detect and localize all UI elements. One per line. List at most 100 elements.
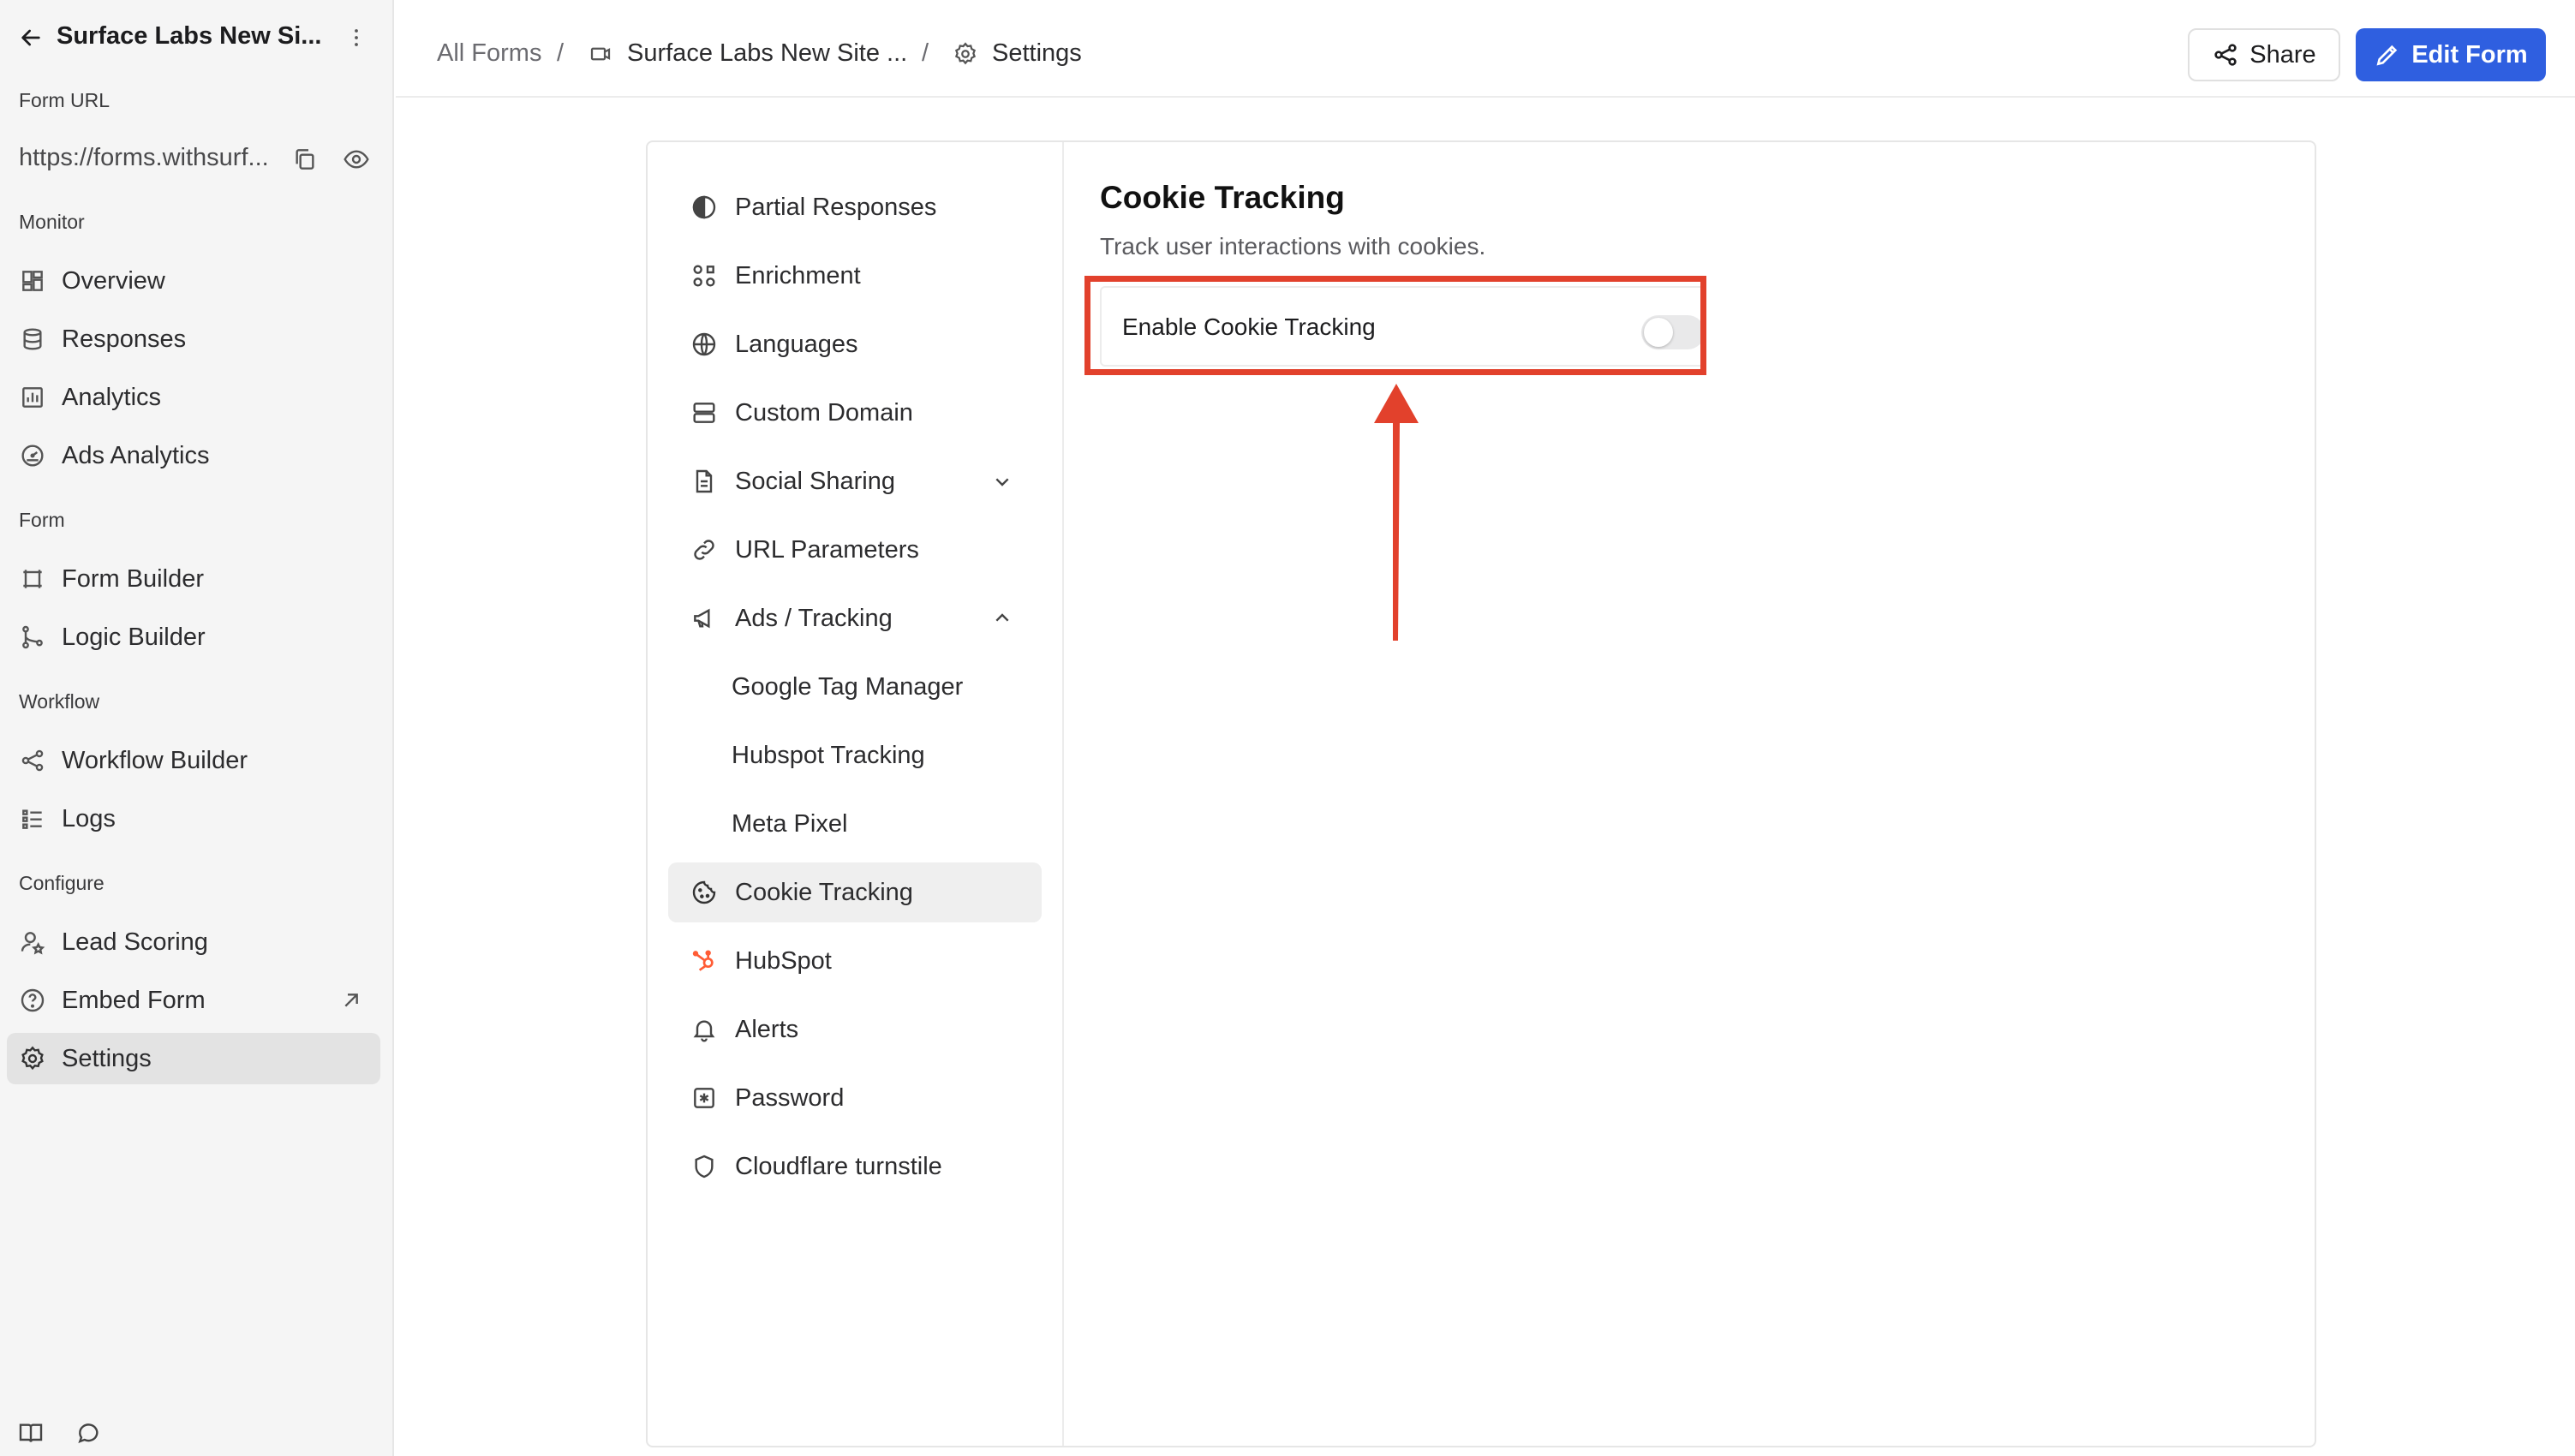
sidebar-item-analytics[interactable]: Analytics: [7, 372, 380, 423]
link-icon: [690, 536, 718, 564]
page-description: Track user interactions with cookies.: [1100, 233, 1486, 260]
settings-item-hubspot[interactable]: HubSpot: [668, 931, 1042, 991]
breadcrumb-current: Settings: [992, 39, 1082, 67]
sidebar-item-label: Logs: [62, 804, 116, 832]
form-url-text[interactable]: https://forms.withsurf...: [19, 144, 269, 172]
sidebar-item-lead-scoring[interactable]: Lead Scoring: [7, 916, 380, 968]
settings-item-label: HubSpot: [735, 946, 832, 975]
settings-item-partial-responses[interactable]: Partial Responses: [668, 177, 1042, 237]
settings-item-label: Alerts: [735, 1015, 799, 1043]
edit-form-button-label: Edit Form: [2411, 40, 2528, 69]
pencil-icon: [2374, 41, 2401, 69]
sidebar-item-embed-form[interactable]: Embed Form: [7, 975, 380, 1026]
settings-item-label: Ads / Tracking: [735, 604, 893, 632]
settings-subitem-google-tag-manager[interactable]: Google Tag Manager: [668, 657, 1042, 717]
sidebar-item-ads-analytics[interactable]: Ads Analytics: [7, 430, 380, 481]
settings-item-cloudflare-turnstile[interactable]: Cloudflare turnstile: [668, 1137, 1042, 1196]
settings-subitem-meta-pixel[interactable]: Meta Pixel: [668, 794, 1042, 854]
settings-item-label: Enrichment: [735, 261, 861, 289]
form-url-label: Form URL: [19, 89, 111, 111]
section-monitor: Monitor: [19, 211, 85, 233]
shield-icon: [690, 1153, 718, 1180]
enable-cookie-tracking-toggle[interactable]: [1641, 315, 1705, 349]
cookie-icon: [690, 879, 718, 906]
external-link-icon: [338, 987, 365, 1014]
database-icon: [19, 325, 46, 353]
sidebar-item-responses[interactable]: Responses: [7, 313, 380, 365]
sidebar-item-label: Overview: [62, 266, 165, 295]
grid-dots-icon: [690, 262, 718, 289]
settings-item-label: Hubspot Tracking: [732, 741, 925, 769]
megaphone-icon: [690, 605, 718, 632]
chat-bubble-icon[interactable]: [75, 1419, 103, 1447]
git-branch-icon: [19, 624, 46, 651]
share-nodes-icon: [19, 747, 46, 774]
sidebar-item-label: Form Builder: [62, 564, 204, 593]
bell-icon: [690, 1016, 718, 1043]
settings-item-languages[interactable]: Languages: [668, 314, 1042, 374]
settings-card: Partial Responses Enrichment Languages C…: [646, 140, 2316, 1447]
settings-item-ads-tracking[interactable]: Ads / Tracking: [668, 588, 1042, 648]
settings-item-label: Password: [735, 1083, 845, 1112]
enable-cookie-tracking-label: Enable Cookie Tracking: [1122, 313, 1376, 340]
user-star-icon: [19, 928, 46, 956]
settings-item-enrichment[interactable]: Enrichment: [668, 246, 1042, 306]
section-form: Form: [19, 509, 65, 531]
settings-item-cookie-tracking[interactable]: Cookie Tracking: [668, 862, 1042, 922]
breadcrumb-all-forms[interactable]: All Forms: [437, 39, 541, 68]
breadcrumb-form-name[interactable]: Surface Labs New Site ...: [627, 39, 907, 68]
settings-item-label: Partial Responses: [735, 193, 937, 221]
server-icon: [690, 399, 718, 427]
settings-item-url-parameters[interactable]: URL Parameters: [668, 520, 1042, 580]
share-button-label: Share: [2249, 40, 2316, 69]
chevron-down-icon[interactable]: [989, 468, 1016, 495]
dashboard-icon: [19, 267, 46, 295]
settings-item-label: URL Parameters: [735, 535, 919, 564]
sidebar-item-label: Analytics: [62, 383, 162, 411]
edit-form-button[interactable]: Edit Form: [2356, 28, 2546, 81]
sidebar-item-logs[interactable]: Logs: [7, 793, 380, 844]
globe-icon: [690, 331, 718, 358]
settings-item-label: Social Sharing: [735, 467, 895, 495]
share-button[interactable]: Share: [2188, 28, 2340, 81]
sidebar-item-label: Settings: [62, 1044, 152, 1072]
section-workflow: Workflow: [19, 690, 100, 713]
eye-icon[interactable]: [343, 146, 370, 173]
hubspot-icon: [690, 947, 718, 975]
sidebar-item-settings[interactable]: Settings: [7, 1033, 380, 1084]
sidebar-item-label: Lead Scoring: [62, 928, 208, 956]
chevron-up-icon[interactable]: [989, 605, 1016, 632]
back-arrow-icon[interactable]: [17, 24, 45, 51]
document-icon: [690, 468, 718, 495]
settings-item-label: Meta Pixel: [732, 809, 848, 838]
settings-subitem-hubspot-tracking[interactable]: Hubspot Tracking: [668, 725, 1042, 785]
share-icon: [2212, 41, 2239, 69]
form-title: Surface Labs New Si...: [57, 22, 322, 50]
settings-item-label: Cookie Tracking: [735, 878, 913, 906]
sidebar-item-workflow-builder[interactable]: Workflow Builder: [7, 735, 380, 786]
settings-item-label: Google Tag Manager: [732, 672, 964, 701]
settings-item-label: Languages: [735, 330, 858, 358]
settings-item-alerts[interactable]: Alerts: [668, 1000, 1042, 1059]
sidebar-item-label: Workflow Builder: [62, 746, 248, 774]
sidebar-item-logic-builder[interactable]: Logic Builder: [7, 612, 380, 663]
settings-item-custom-domain[interactable]: Custom Domain: [668, 383, 1042, 443]
top-bar: All Forms / Surface Labs New Site ... / …: [396, 0, 2575, 98]
copy-icon[interactable]: [291, 146, 319, 173]
settings-item-label: Cloudflare turnstile: [735, 1152, 942, 1180]
sidebar-item-form-builder[interactable]: Form Builder: [7, 553, 380, 605]
help-circle-icon: [19, 987, 46, 1014]
sidebar-item-label: Logic Builder: [62, 623, 206, 651]
book-icon[interactable]: [17, 1419, 45, 1447]
settings-item-password[interactable]: Password: [668, 1068, 1042, 1128]
sidebar-item-label: Ads Analytics: [62, 441, 210, 469]
page-title: Cookie Tracking: [1100, 180, 1345, 215]
section-configure: Configure: [19, 872, 105, 894]
settings-nav: Partial Responses Enrichment Languages C…: [648, 142, 1064, 1446]
settings-content: Cookie Tracking Track user interactions …: [1066, 142, 2315, 1446]
sidebar-item-label: Responses: [62, 325, 187, 353]
settings-item-social-sharing[interactable]: Social Sharing: [668, 451, 1042, 511]
sidebar-item-overview[interactable]: Overview: [7, 255, 380, 307]
more-vertical-icon[interactable]: [343, 24, 370, 51]
asterisk-box-icon: [690, 1084, 718, 1112]
